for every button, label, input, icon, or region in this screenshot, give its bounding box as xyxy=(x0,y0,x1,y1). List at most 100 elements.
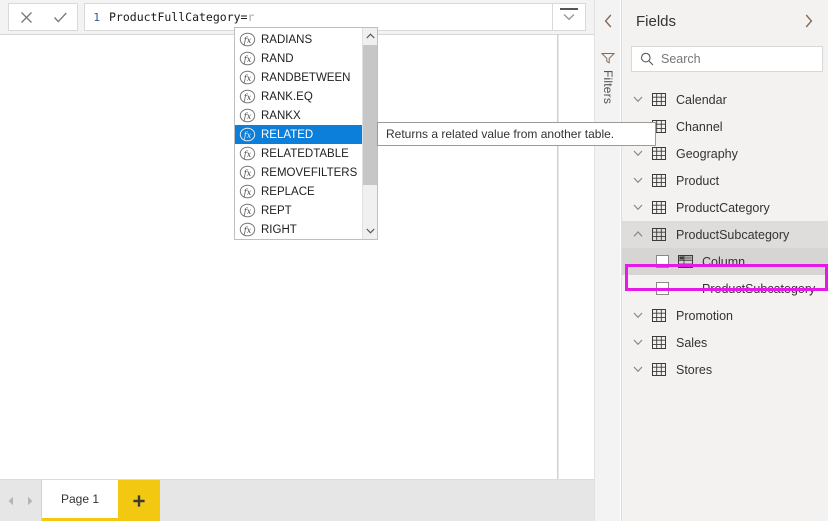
field-table-productsubcategory[interactable]: ProductSubcategory xyxy=(622,221,828,248)
intellisense-item-label: RAND xyxy=(261,53,294,65)
chevron-down-icon[interactable] xyxy=(630,308,646,324)
svg-text:fx: fx xyxy=(243,55,252,64)
field-item-productsubcategory[interactable]: ProductSubcategory xyxy=(622,275,828,302)
cancel-formula-button[interactable] xyxy=(11,4,41,30)
collapse-panes-button[interactable] xyxy=(595,8,621,34)
intellisense-item-rand[interactable]: fx RAND xyxy=(235,49,362,68)
field-table-label: Geography xyxy=(676,147,738,161)
intellisense-scrollbar[interactable] xyxy=(362,28,377,239)
intellisense-item-label: RANK.EQ xyxy=(261,91,313,103)
intellisense-item-randbetween[interactable]: fx RANDBETWEEN xyxy=(235,68,362,87)
intellisense-list: fx RADIANS fx RAND fx RANDB xyxy=(235,28,362,239)
fields-tree: Calendar Channel xyxy=(622,86,828,521)
svg-text:fx: fx xyxy=(243,36,252,45)
table-icon xyxy=(650,227,668,243)
svg-text:fx: fx xyxy=(243,207,252,216)
fx-icon: fx xyxy=(239,89,256,104)
plus-icon xyxy=(132,494,146,508)
table-icon xyxy=(650,200,668,216)
formula-expand-button[interactable] xyxy=(552,3,586,31)
svg-text:fx: fx xyxy=(243,150,252,159)
intellisense-item-relatedtable[interactable]: fx RELATEDTABLE xyxy=(235,144,362,163)
field-table-stores[interactable]: Stores xyxy=(622,356,828,383)
triangle-left-icon xyxy=(7,496,15,506)
fx-icon: fx xyxy=(239,70,256,85)
fx-icon: fx xyxy=(239,146,256,161)
scrollbar-thumb[interactable] xyxy=(363,45,377,185)
field-table-calendar[interactable]: Calendar xyxy=(622,86,828,113)
field-table-label: Channel xyxy=(676,120,723,134)
field-table-label: Product xyxy=(676,174,719,188)
field-item-label: Column xyxy=(702,255,745,269)
triangle-right-icon xyxy=(26,496,34,506)
intellisense-item-radians[interactable]: fx RADIANS xyxy=(235,30,362,49)
dax-intellisense-dropdown[interactable]: fx RADIANS fx RAND fx RANDB xyxy=(234,27,378,240)
page-prev-button[interactable] xyxy=(4,493,18,509)
intellisense-item-label: RANKX xyxy=(261,110,301,122)
intellisense-item-label: RIGHT xyxy=(261,224,297,236)
chevron-down-icon[interactable] xyxy=(630,146,646,162)
svg-text:fx: fx xyxy=(243,188,252,197)
close-icon xyxy=(20,11,33,24)
intellisense-item-related[interactable]: fx RELATED xyxy=(235,125,362,144)
fields-pane-header: Fields xyxy=(622,0,828,42)
field-table-sales[interactable]: Sales xyxy=(622,329,828,356)
field-table-productcategory[interactable]: ProductCategory xyxy=(622,194,828,221)
add-page-button[interactable] xyxy=(118,480,160,521)
chevron-down-icon[interactable] xyxy=(630,335,646,351)
chevron-down-icon xyxy=(563,13,575,21)
svg-text:fx: fx xyxy=(243,112,252,121)
fx-icon: fx xyxy=(239,127,256,142)
field-item-column[interactable]: Column xyxy=(622,248,828,275)
intellisense-item-rankx[interactable]: fx RANKX xyxy=(235,106,362,125)
page-tab-label: Page 1 xyxy=(61,492,99,506)
canvas-right-margin xyxy=(559,35,594,479)
chevron-up-icon[interactable] xyxy=(630,227,646,243)
table-icon xyxy=(650,308,668,324)
chevron-down-icon[interactable] xyxy=(630,362,646,378)
commit-formula-button[interactable] xyxy=(45,4,75,30)
intellisense-item-rank-eq[interactable]: fx RANK.EQ xyxy=(235,87,362,106)
fields-pane-expand-button[interactable] xyxy=(799,12,817,30)
field-table-label: Calendar xyxy=(676,93,727,107)
filters-pane-toggle[interactable]: Filters xyxy=(595,52,621,172)
intellisense-item-rept[interactable]: fx REPT xyxy=(235,201,362,220)
report-region: 1 ProductFullCategory=r xyxy=(0,0,594,521)
intellisense-item-replace[interactable]: fx REPLACE xyxy=(235,182,362,201)
svg-text:fx: fx xyxy=(243,131,252,140)
fx-icon: fx xyxy=(239,184,256,199)
calculated-column-icon xyxy=(676,254,694,270)
fx-icon: fx xyxy=(239,108,256,123)
fields-pane: Fields Search xyxy=(621,0,828,521)
scroll-down-button[interactable] xyxy=(363,223,377,239)
page-tab-page-1[interactable]: Page 1 xyxy=(42,480,118,521)
fields-search-box[interactable]: Search xyxy=(631,46,823,72)
fx-icon: fx xyxy=(239,222,256,237)
field-checkbox[interactable] xyxy=(656,282,669,295)
formula-ghost-text: r xyxy=(247,10,254,24)
checkmark-icon xyxy=(53,11,68,24)
fields-pane-title: Fields xyxy=(636,13,799,30)
field-table-label: ProductSubcategory xyxy=(676,228,789,242)
chevron-down-icon[interactable] xyxy=(630,200,646,216)
page-next-button[interactable] xyxy=(23,493,37,509)
intellisense-item-right[interactable]: fx RIGHT xyxy=(235,220,362,239)
table-icon xyxy=(650,92,668,108)
fx-icon: fx xyxy=(239,51,256,66)
fx-icon: fx xyxy=(239,32,256,47)
table-icon xyxy=(650,146,668,162)
intellisense-item-removefilters[interactable]: fx REMOVEFILTERS xyxy=(235,163,362,182)
filters-rail: Filters xyxy=(594,0,620,521)
intellisense-item-label: REPT xyxy=(261,205,292,217)
chevron-up-icon xyxy=(366,33,375,39)
chevron-down-icon[interactable] xyxy=(630,92,646,108)
field-table-label: Stores xyxy=(676,363,712,377)
field-table-promotion[interactable]: Promotion xyxy=(622,302,828,329)
chevron-down-icon[interactable] xyxy=(630,173,646,189)
field-checkbox[interactable] xyxy=(656,255,669,268)
page-tab-bar: Page 1 xyxy=(0,479,594,521)
field-table-product[interactable]: Product xyxy=(622,167,828,194)
chevron-right-icon xyxy=(804,14,813,28)
scroll-up-button[interactable] xyxy=(363,28,377,44)
formula-committed-text: ProductFullCategory= xyxy=(109,10,247,24)
